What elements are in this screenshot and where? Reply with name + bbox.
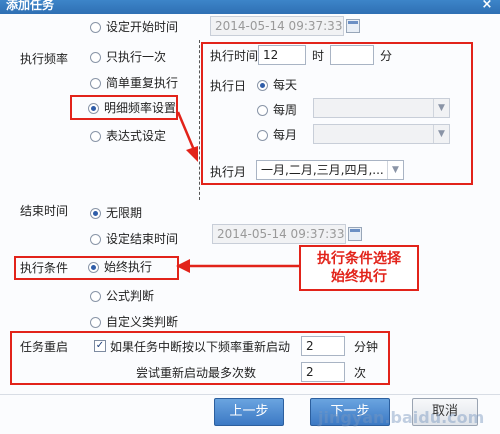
arrow-to-panel-line <box>176 111 196 151</box>
arrow-to-panel-head <box>186 146 198 162</box>
retry-unit: 次 <box>354 366 367 380</box>
calendar-icon[interactable] <box>348 227 362 241</box>
restart-interval-unit: 分钟 <box>354 340 379 354</box>
restart-checkbox[interactable]: ✓ <box>94 340 106 352</box>
callout-box: 执行条件选择 始终执行 <box>299 245 419 291</box>
callout-line-1: 执行条件选择 <box>317 251 401 267</box>
radio-set-end-time[interactable] <box>90 234 101 245</box>
radio-indefinite[interactable] <box>90 208 101 219</box>
end-time-section-label: 结束时间 <box>20 204 69 218</box>
radio-custom-class[interactable] <box>90 317 101 328</box>
callout-line-2: 始终执行 <box>331 269 387 285</box>
custom-class-label: 自定义类判断 <box>106 315 179 329</box>
watermark: jingyan.baidu.com <box>318 408 485 427</box>
restart-section-label: 任务重启 <box>20 340 69 354</box>
formula-label: 公式判断 <box>106 289 155 303</box>
previous-button[interactable]: 上一步 <box>214 398 284 426</box>
restart-interval-input[interactable]: 2 <box>301 336 345 356</box>
indefinite-label: 无限期 <box>106 206 143 220</box>
always-execute-label: 始终执行 <box>104 260 153 274</box>
set-end-time-label: 设定结束时间 <box>106 232 179 246</box>
restart-checkbox-label: 如果任务中断按以下频率重新启动 <box>110 340 291 354</box>
footer-divider <box>0 394 500 395</box>
radio-always-execute[interactable] <box>88 262 99 273</box>
condition-section-label: 执行条件 <box>20 261 69 275</box>
retry-label: 尝试重新启动最多次数 <box>136 366 257 380</box>
end-datetime-input[interactable]: 2014-05-14 09:37:33 <box>212 224 346 244</box>
retry-count-input[interactable]: 2 <box>301 362 345 382</box>
radio-formula[interactable] <box>90 291 101 302</box>
